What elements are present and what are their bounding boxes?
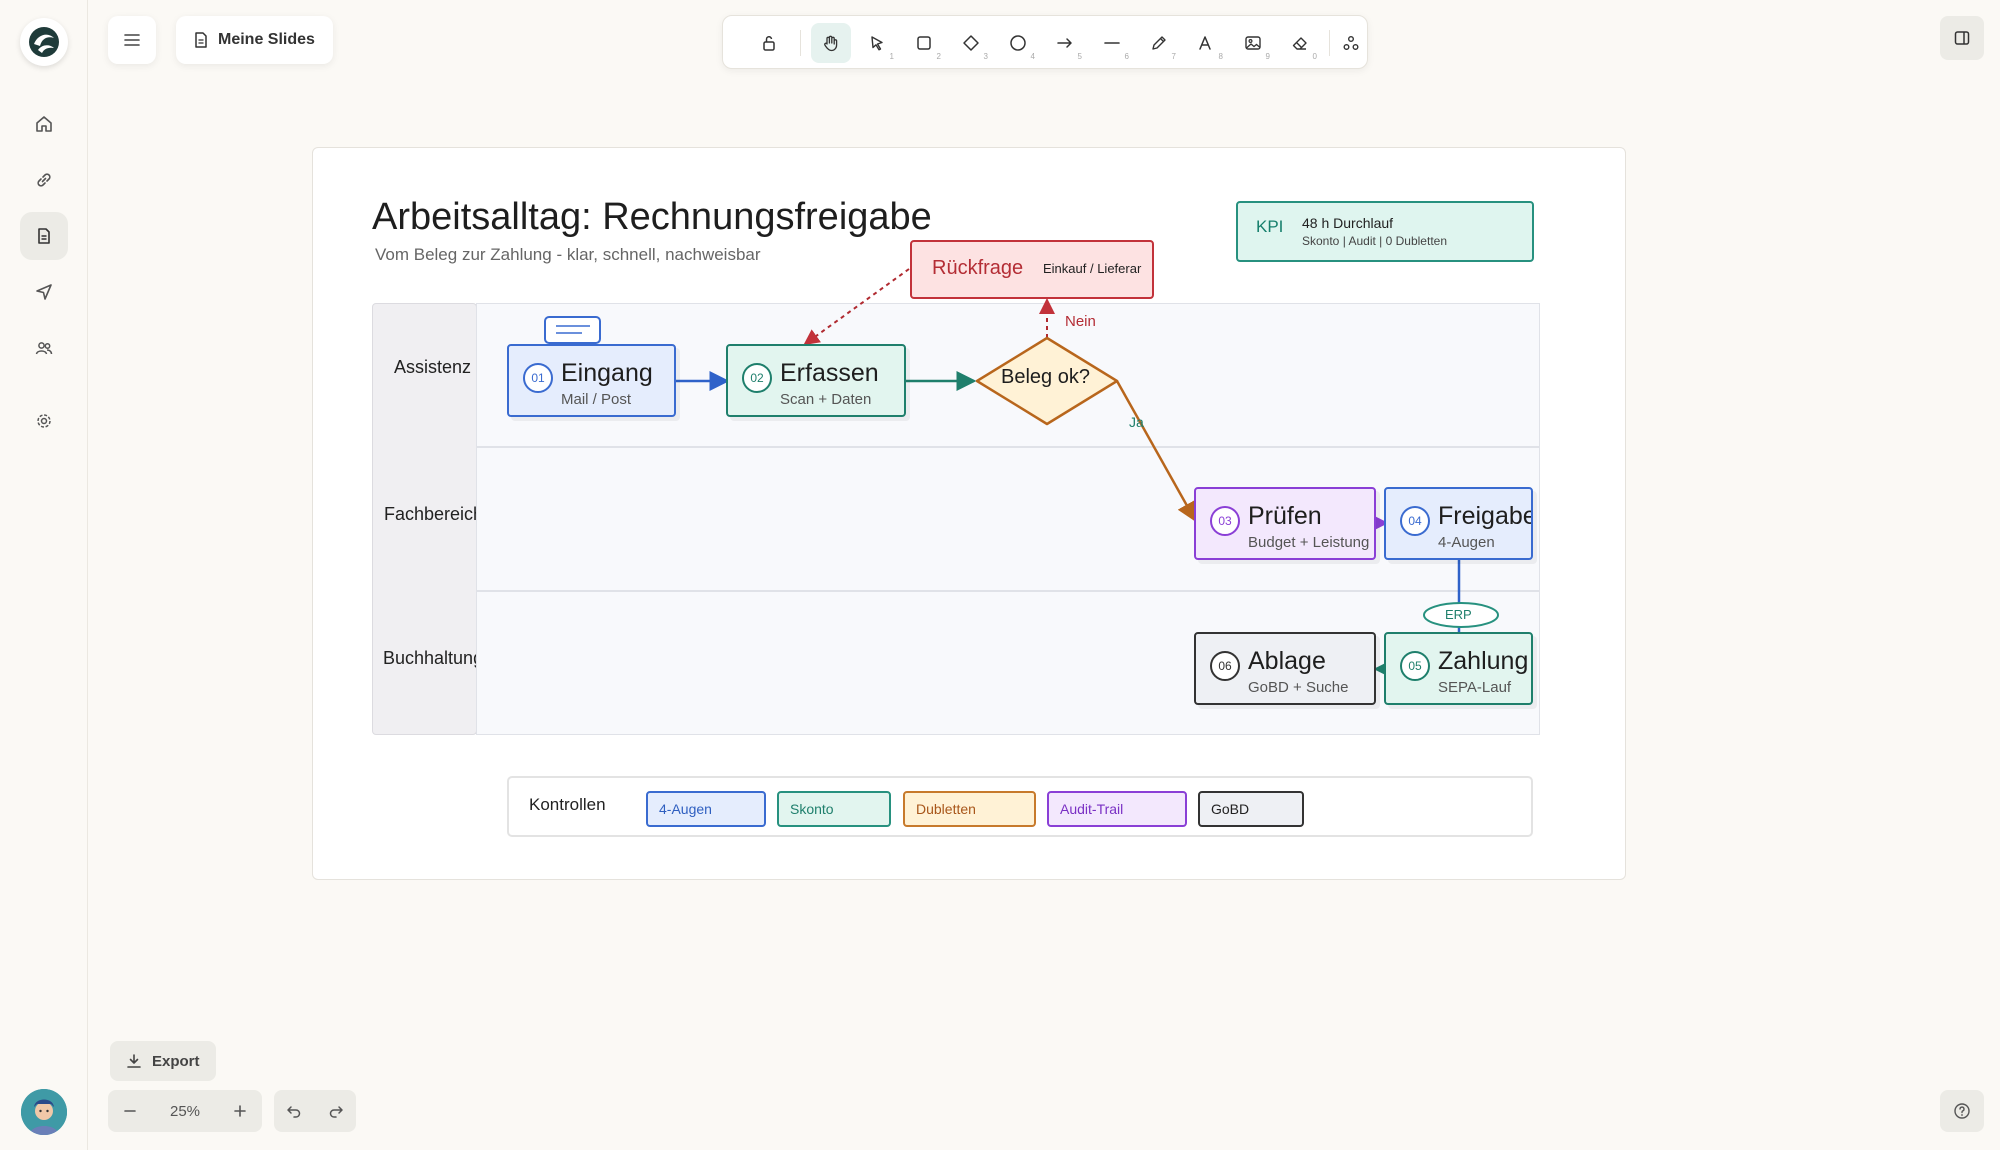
help-button[interactable] — [1940, 1090, 1984, 1132]
arrow-beleg-pruefen[interactable] — [1115, 380, 1197, 523]
erp-label: ERP — [1445, 607, 1472, 622]
control-chip[interactable]: 4-Augen — [646, 791, 766, 827]
help-icon — [1954, 1103, 1970, 1119]
plus-icon — [234, 1105, 246, 1117]
rueckfrage-sub: Einkauf / Lieferar — [1043, 261, 1142, 276]
step-eingang[interactable]: 01 Eingang Mail / Post — [507, 344, 676, 417]
undo-icon — [287, 1106, 301, 1118]
step-erfassen[interactable]: 02 Erfassen Scan + Daten — [726, 344, 906, 417]
step-ablage[interactable]: 06 Ablage GoBD + Suche — [1194, 632, 1376, 705]
step-title: Prüfen — [1248, 502, 1322, 530]
zoom-out-button[interactable] — [110, 1090, 150, 1132]
zoom-in-button[interactable] — [220, 1090, 260, 1132]
connectors-layer — [544, 268, 1499, 679]
zoom-controls: 25% — [108, 1090, 262, 1132]
control-chip[interactable]: Audit-Trail — [1047, 791, 1187, 827]
rueckfrage-box[interactable]: Rückfrage Einkauf / Lieferar — [910, 240, 1154, 299]
control-chip[interactable]: GoBD — [1198, 791, 1304, 827]
step-title: Erfassen — [780, 359, 879, 387]
step-zahlung[interactable]: 05 Zahlung SEPA-Lauf — [1384, 632, 1533, 705]
export-button[interactable]: Export — [110, 1041, 216, 1081]
decision-no-label: Nein — [1065, 313, 1096, 330]
step-subtitle: 4-Augen — [1438, 534, 1495, 551]
step-title: Ablage — [1248, 647, 1326, 675]
controls-legend[interactable]: Kontrollen 4-Augen Skonto Dubletten Audi… — [507, 776, 1533, 837]
step-number: 05 — [1400, 651, 1430, 681]
redo-icon — [329, 1106, 343, 1118]
step-number: 01 — [523, 363, 553, 393]
step-title: Freigabe — [1438, 502, 1533, 530]
step-subtitle: Budget + Leistung — [1248, 534, 1370, 551]
step-title: Zahlung — [1438, 647, 1529, 675]
arrow-rueckfrage-erfassen[interactable] — [803, 268, 910, 346]
step-title: Eingang — [561, 359, 653, 387]
decision-label: Beleg ok? — [1001, 366, 1090, 388]
history-controls — [274, 1090, 356, 1132]
undo-button[interactable] — [274, 1090, 314, 1132]
decision-yes-label: Ja — [1129, 414, 1144, 430]
step-subtitle: SEPA-Lauf — [1438, 679, 1512, 696]
step-pruefen[interactable]: 03 Prüfen Budget + Leistung — [1194, 487, 1376, 560]
step-number: 04 — [1400, 506, 1430, 536]
rueckfrage-title: Rückfrage — [932, 257, 1024, 279]
control-chip[interactable]: Skonto — [777, 791, 891, 827]
step-number: 03 — [1210, 506, 1240, 536]
mail-icon — [544, 316, 601, 344]
download-icon — [127, 1054, 141, 1068]
step-number: 02 — [742, 363, 772, 393]
controls-label: Kontrollen — [529, 795, 606, 814]
redo-button[interactable] — [316, 1090, 356, 1132]
step-freigabe[interactable]: 04 Freigabe 4-Augen — [1384, 487, 1533, 560]
step-number: 06 — [1210, 651, 1240, 681]
step-subtitle: Scan + Daten — [780, 391, 872, 408]
step-subtitle: Mail / Post — [561, 391, 632, 408]
minus-icon — [124, 1110, 136, 1112]
export-label: Export — [152, 1052, 200, 1070]
control-chip[interactable]: Dubletten — [903, 791, 1036, 827]
step-subtitle: GoBD + Suche — [1248, 679, 1349, 696]
zoom-level[interactable]: 25% — [152, 1090, 218, 1132]
